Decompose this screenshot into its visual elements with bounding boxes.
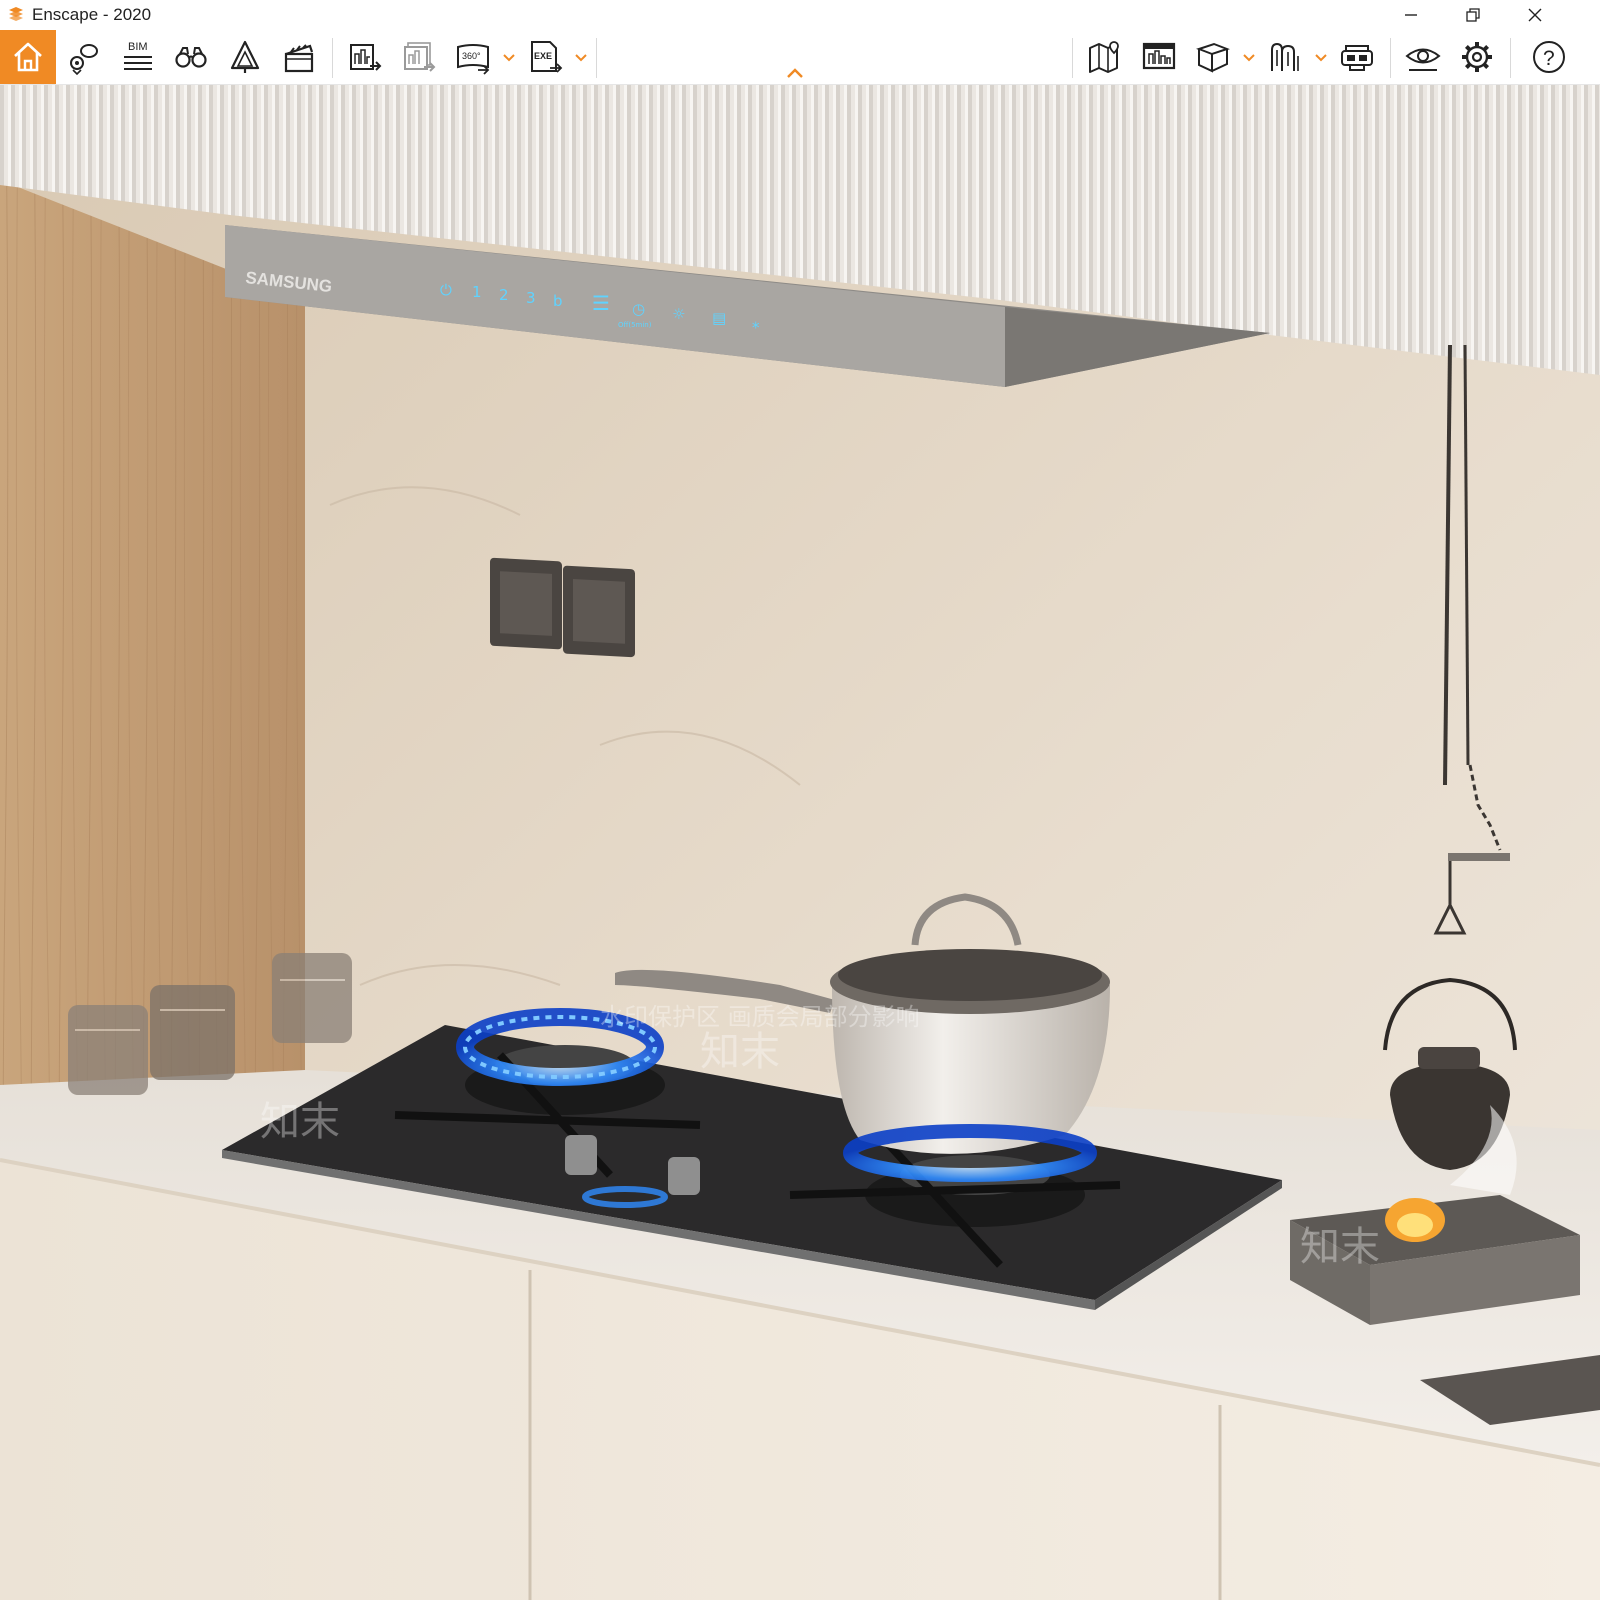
minimize-button[interactable] [1388,0,1434,30]
toolbar-separator [332,38,333,78]
views-button[interactable] [56,30,110,84]
vr-headset-icon [1341,45,1373,71]
toolbar-separator [1510,38,1511,78]
visual-settings-icon [1142,42,1176,70]
batch-export-icon [404,42,436,72]
hood-button-speed-3[interactable]: 3 [526,289,536,307]
hood-display: ☰ [592,291,610,315]
asset-box-button[interactable] [1186,30,1240,84]
kitchen-render-scene: SAMSUNG ⏻ 1 2 3 b ☰ ◷ Off(5min) ☼ ▤ ⁎ 水印… [0,85,1600,1600]
asset-dropdown-chevron-down-icon[interactable] [1240,48,1258,66]
view-settings-button[interactable] [1396,30,1450,84]
video-editor-button[interactable] [272,30,326,84]
collapse-toolbar-chevron-up-icon[interactable] [785,66,805,80]
view-eye-icon [1405,48,1441,71]
exe-label: EXE [534,51,552,61]
settings-gear-icon [1462,42,1492,72]
hood-timer-label: Off(5min) [618,321,652,329]
bim-label: BIM [128,41,148,53]
hood-button-speed-1[interactable]: 1 [472,283,482,301]
watermark-brand: 知末 [1300,1224,1380,1270]
help-button[interactable]: ? [1522,30,1576,84]
exe-export-button[interactable]: EXE [518,30,572,84]
hood-button-light[interactable]: ☼ [672,305,685,323]
home-button[interactable] [0,30,56,84]
toolbar-separator [1072,38,1073,78]
asset-library-icon [1271,42,1299,71]
exe-export-icon: EXE [531,41,563,73]
hood-button-speed-2[interactable]: 2 [499,286,509,304]
title-bar: Enscape - 2020 [0,0,1600,30]
hood-button-boost[interactable]: b [553,292,563,310]
map-button[interactable] [1078,30,1132,84]
close-icon [1528,8,1542,22]
asset-library-button[interactable] [1258,30,1312,84]
tree-icon [230,40,260,73]
settings-button[interactable] [1450,30,1504,84]
toolbar: BIM 360° EXE ? [0,30,1600,85]
hood-button-power[interactable]: ⏻ [440,281,452,299]
render-viewport[interactable]: SAMSUNG ⏻ 1 2 3 b ☰ ◷ Off(5min) ☼ ▤ ⁎ 水印… [0,85,1600,1600]
binoculars-icon [175,47,207,68]
visual-settings-button[interactable] [1132,30,1186,84]
asset-box-icon [1196,42,1230,73]
sky-button[interactable] [218,30,272,84]
exe-dropdown-chevron-down-icon[interactable] [572,48,590,66]
restore-button[interactable] [1450,0,1496,30]
panorama-icon: 360° [457,44,490,75]
watermark-brand: 知末 [700,1029,780,1075]
close-button[interactable] [1512,0,1558,30]
panorama-label: 360° [462,51,481,61]
map-icon [1089,41,1119,73]
screenshot-export-icon [350,44,382,71]
watermark-notice: 水印保护区 画质会局部分影响 [600,1003,920,1031]
walk-mode-button[interactable] [164,30,218,84]
hood-button-filter[interactable]: ▤ [712,309,726,327]
enscape-logo-icon [9,7,23,21]
toolbar-separator [596,38,597,78]
window-title: Enscape - 2020 [32,5,152,24]
batch-export-button[interactable] [392,30,446,84]
home-icon [14,42,42,72]
watermark-brand: 知末 [260,1099,340,1145]
help-label: ? [1543,47,1555,70]
views-icon [70,44,98,76]
help-icon: ? [1533,41,1565,73]
toolbar-separator [1390,38,1391,78]
hood-button-timer[interactable]: ◷ [632,300,645,318]
bim-icon: BIM [124,41,152,70]
restore-icon [1466,8,1480,22]
panorama-dropdown-chevron-down-icon[interactable] [500,48,518,66]
panorama-button[interactable]: 360° [446,30,500,84]
minimize-icon [1405,14,1417,16]
clapper-icon [284,44,314,73]
hood-button-bluetooth[interactable]: ⁎ [752,314,760,332]
screenshot-export-button[interactable] [338,30,392,84]
library-dropdown-chevron-down-icon[interactable] [1312,48,1330,66]
bim-button[interactable]: BIM [110,30,164,84]
vr-headset-button[interactable] [1330,30,1384,84]
